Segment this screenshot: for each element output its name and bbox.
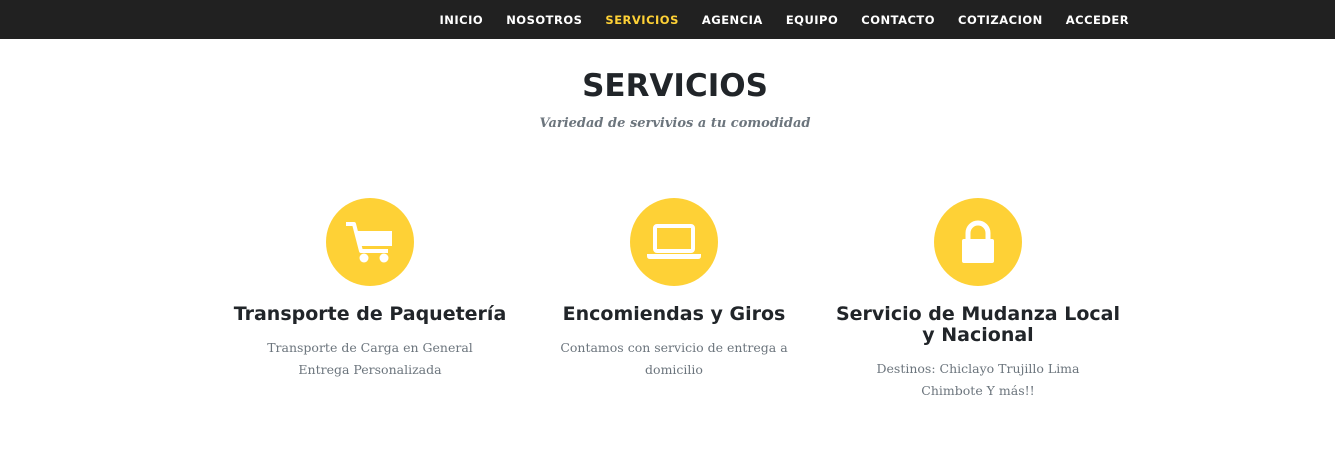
nav-item-agencia[interactable]: AGENCIA xyxy=(690,13,774,27)
service-description: Destinos: Chiclayo Trujillo Lima Chimbot… xyxy=(876,361,1080,398)
nav-item-cotizacion[interactable]: COTIZACION xyxy=(947,13,1055,27)
service-card-mudanza: Servicio de Mudanza Local y Nacional Des… xyxy=(828,198,1128,402)
nav-item-inicio[interactable]: INICIO xyxy=(428,13,495,27)
shopping-cart-icon xyxy=(326,198,414,286)
service-title: Servicio de Mudanza Local y Nacional xyxy=(835,303,1121,346)
service-title: Encomiendas y Giros xyxy=(562,303,786,325)
service-title: Transporte de Paquetería xyxy=(233,303,507,325)
service-card-paqueteria: Transporte de Paquetería Transporte de C… xyxy=(220,198,520,381)
lock-icon xyxy=(934,198,1022,286)
service-card-encomiendas: Encomiendas y Giros Contamos con servici… xyxy=(524,198,824,381)
nav-item-contacto[interactable]: CONTACTO xyxy=(850,13,947,27)
nav-item-acceder[interactable]: ACCEDER xyxy=(1054,13,1140,27)
section-subheading: Variedad de servivios a tu comodidad xyxy=(539,116,811,131)
section-heading: SERVICIOS xyxy=(582,68,768,104)
nav-item-servicios[interactable]: SERVICIOS xyxy=(594,13,690,27)
nav-item-equipo[interactable]: EQUIPO xyxy=(774,13,849,27)
nav-menu: INICIO NOSOTROS SERVICIOS AGENCIA EQUIPO… xyxy=(428,0,1141,39)
laptop-icon xyxy=(630,198,718,286)
service-description: Contamos con servicio de entrega a domic… xyxy=(560,340,788,377)
main-navbar: INICIO NOSOTROS SERVICIOS AGENCIA EQUIPO… xyxy=(0,0,1335,39)
nav-item-nosotros[interactable]: NOSOTROS xyxy=(495,13,594,27)
service-description: Transporte de Carga en General Entrega P… xyxy=(267,340,473,377)
